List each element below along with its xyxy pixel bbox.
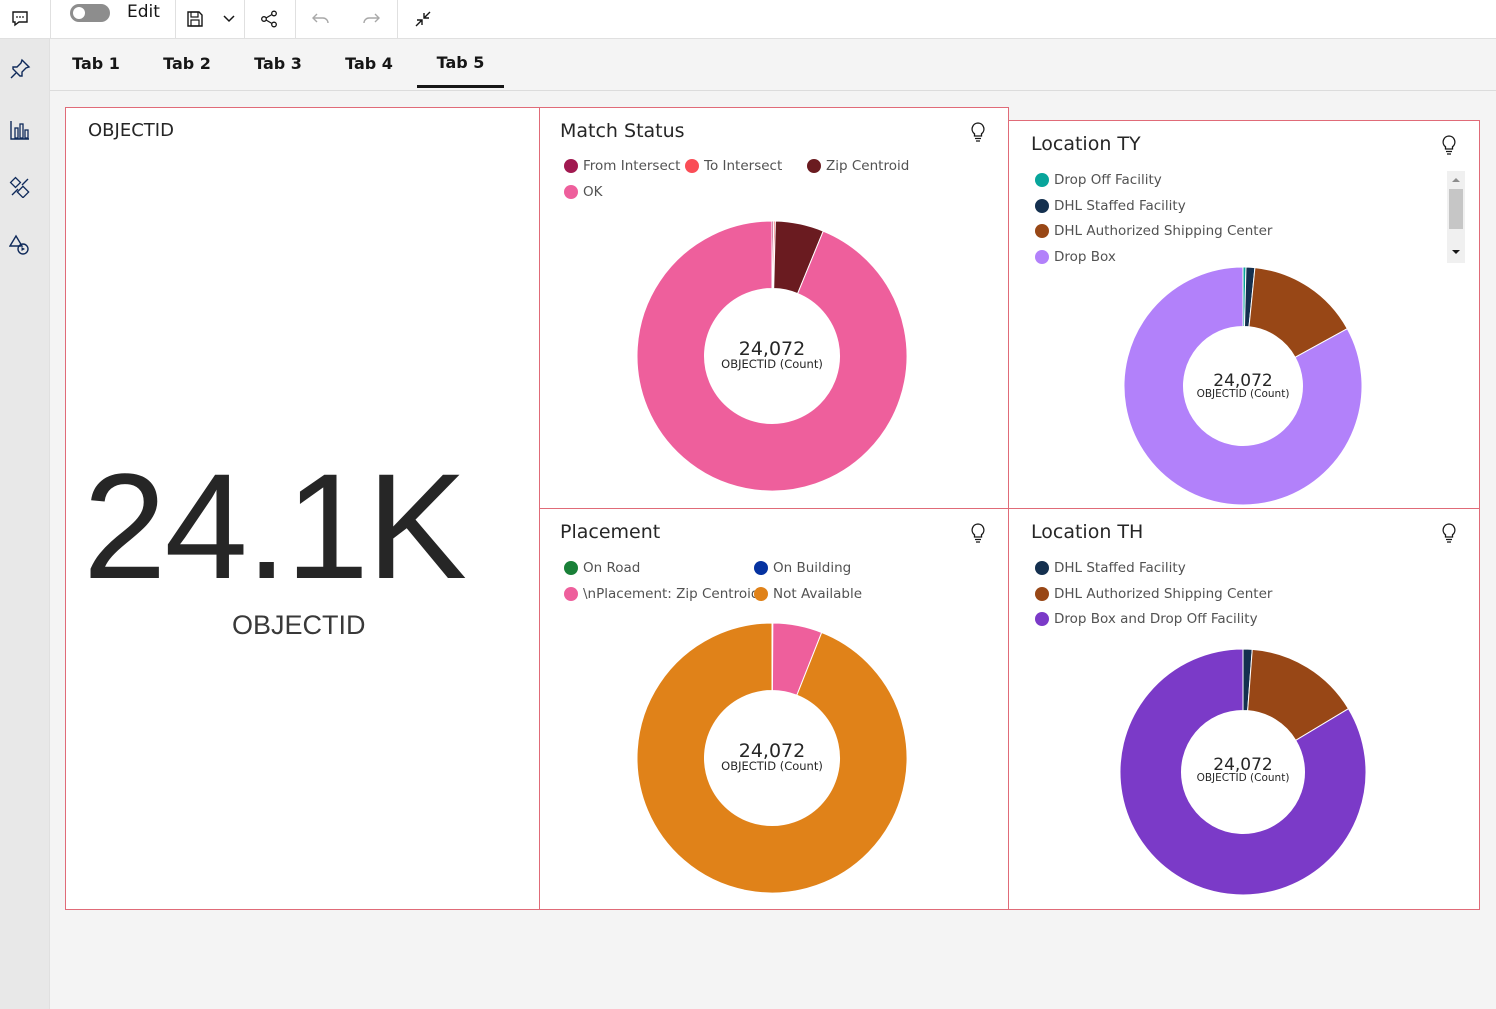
share-icon[interactable] <box>257 0 281 38</box>
scroll-up-icon[interactable] <box>1451 177 1461 183</box>
legend-swatch <box>564 185 578 199</box>
legend-label: DHL Staffed Facility <box>1054 198 1186 214</box>
legend-label: DHL Staffed Facility <box>1054 560 1186 576</box>
tab-3[interactable]: Tab 3 <box>240 39 316 88</box>
left-sidebar <box>0 39 50 1009</box>
legend-item[interactable]: OK <box>564 184 602 200</box>
legend-scrollbar[interactable] <box>1447 171 1465 263</box>
legend-item[interactable]: Zip Centroid <box>807 158 909 174</box>
legend-swatch <box>564 587 578 601</box>
legend-swatch <box>1035 250 1049 264</box>
legend-swatch <box>564 561 578 575</box>
placement-panel[interactable]: Placement On Road On Building \nPlacemen… <box>539 508 1009 910</box>
legend-label: Drop Box and Drop Off Facility <box>1054 611 1258 627</box>
chevron-down-icon[interactable] <box>218 0 240 38</box>
legend-label: Drop Off Facility <box>1054 172 1162 188</box>
tab-2[interactable]: Tab 2 <box>149 39 225 88</box>
legend-swatch <box>754 561 768 575</box>
legend-label: Drop Box <box>1054 249 1116 265</box>
toolbar-divider <box>295 0 296 38</box>
legend-item[interactable]: On Building <box>754 560 851 576</box>
donut-center-label: OBJECTID (Count) <box>721 357 823 371</box>
pin-icon[interactable] <box>7 56 33 82</box>
legend-swatch <box>754 587 768 601</box>
legend-item[interactable]: Not Available <box>754 586 862 602</box>
legend-label: DHL Authorized Shipping Center <box>1054 586 1273 602</box>
legend-label: On Road <box>583 560 641 576</box>
save-icon[interactable] <box>183 0 207 38</box>
legend-label: OK <box>583 184 603 200</box>
kpi-title: OBJECTID <box>88 120 174 141</box>
donut-center-value: 24,072 <box>738 740 806 762</box>
legend-swatch <box>1035 199 1049 213</box>
tab-bar: Tab 1 Tab 2 Tab 3 Tab 4 Tab 5 <box>50 39 1496 91</box>
donut-center-label: OBJECTID (Count) <box>1196 388 1290 400</box>
legend-swatch <box>1035 587 1049 601</box>
legend-item[interactable]: DHL Authorized Shipping Center <box>1035 223 1272 239</box>
legend-item[interactable]: DHL Authorized Shipping Center <box>1035 586 1272 602</box>
legend-item[interactable]: DHL Staffed Facility <box>1035 560 1186 576</box>
panel-title: Placement <box>560 521 661 543</box>
legend-swatch <box>685 159 699 173</box>
legend-swatch <box>1035 561 1049 575</box>
legend-item[interactable]: From Intersect <box>564 158 680 174</box>
toolbar-divider <box>50 0 51 38</box>
location-th-panel[interactable]: Location TH DHL Staffed Facility DHL Aut… <box>1008 508 1480 910</box>
legend-label: DHL Authorized Shipping Center <box>1054 223 1273 239</box>
top-toolbar: Edit <box>0 0 1496 39</box>
edit-toggle-switch[interactable] <box>70 4 110 22</box>
panel-title: Location TH <box>1031 521 1144 543</box>
edit-label: Edit <box>127 2 160 22</box>
legend-item[interactable]: \nPlacement: Zip Centroid <box>564 586 759 602</box>
legend-swatch <box>1035 173 1049 187</box>
legend-swatch <box>1035 224 1049 238</box>
legend-item[interactable]: DHL Staffed Facility <box>1035 198 1186 214</box>
legend-item[interactable]: To Intersect <box>685 158 782 174</box>
donut-center-label: OBJECTID (Count) <box>1196 772 1290 784</box>
toolbar-divider <box>244 0 245 38</box>
kpi-label: OBJECTID <box>232 610 366 640</box>
legend-item[interactable]: Drop Box <box>1035 249 1116 265</box>
legend-item[interactable]: Drop Off Facility <box>1035 172 1162 188</box>
lightbulb-icon[interactable] <box>1441 135 1457 155</box>
shapes-icon[interactable] <box>7 232 33 258</box>
legend-label: To Intersect <box>704 158 783 174</box>
legend-label: Zip Centroid <box>826 158 910 174</box>
lightbulb-icon[interactable] <box>970 523 986 543</box>
legend-label: Not Available <box>773 586 863 602</box>
legend-label: \nPlacement: Zip Centroid <box>583 586 760 602</box>
toolbar-divider <box>397 0 398 38</box>
match-status-panel[interactable]: Match Status From Intersect To Intersect… <box>539 107 1009 509</box>
lightbulb-icon[interactable] <box>1441 523 1457 543</box>
legend-swatch <box>1035 612 1049 626</box>
tab-4[interactable]: Tab 4 <box>331 39 407 88</box>
legend-swatch <box>564 159 578 173</box>
tab-5[interactable]: Tab 5 <box>417 39 504 88</box>
undo-icon[interactable] <box>309 0 333 38</box>
redo-icon[interactable] <box>359 0 383 38</box>
lightbulb-icon[interactable] <box>970 122 986 142</box>
panel-title: Location TY <box>1031 133 1141 155</box>
legend-label: On Building <box>773 560 852 576</box>
toolbar-divider <box>175 0 176 38</box>
collapse-icon[interactable] <box>411 0 435 38</box>
comment-icon[interactable] <box>6 0 34 38</box>
bar-chart-icon[interactable] <box>7 117 33 143</box>
scroll-thumb[interactable] <box>1449 189 1463 229</box>
scroll-down-icon[interactable] <box>1451 249 1461 255</box>
legend-item[interactable]: Drop Box and Drop Off Facility <box>1035 611 1258 627</box>
donut-center-value: 24,072 <box>738 338 806 360</box>
tab-1[interactable]: Tab 1 <box>58 39 134 88</box>
tools-icon[interactable] <box>7 174 33 200</box>
donut-center-label: OBJECTID (Count) <box>721 759 823 773</box>
kpi-value: 24.1K <box>83 442 467 610</box>
panel-title: Match Status <box>560 120 685 142</box>
legend-item[interactable]: On Road <box>564 560 640 576</box>
legend-swatch <box>807 159 821 173</box>
legend-label: From Intersect <box>583 158 681 174</box>
location-ty-panel[interactable]: Location TY Drop Off Facility DHL Staffe… <box>1008 120 1480 509</box>
